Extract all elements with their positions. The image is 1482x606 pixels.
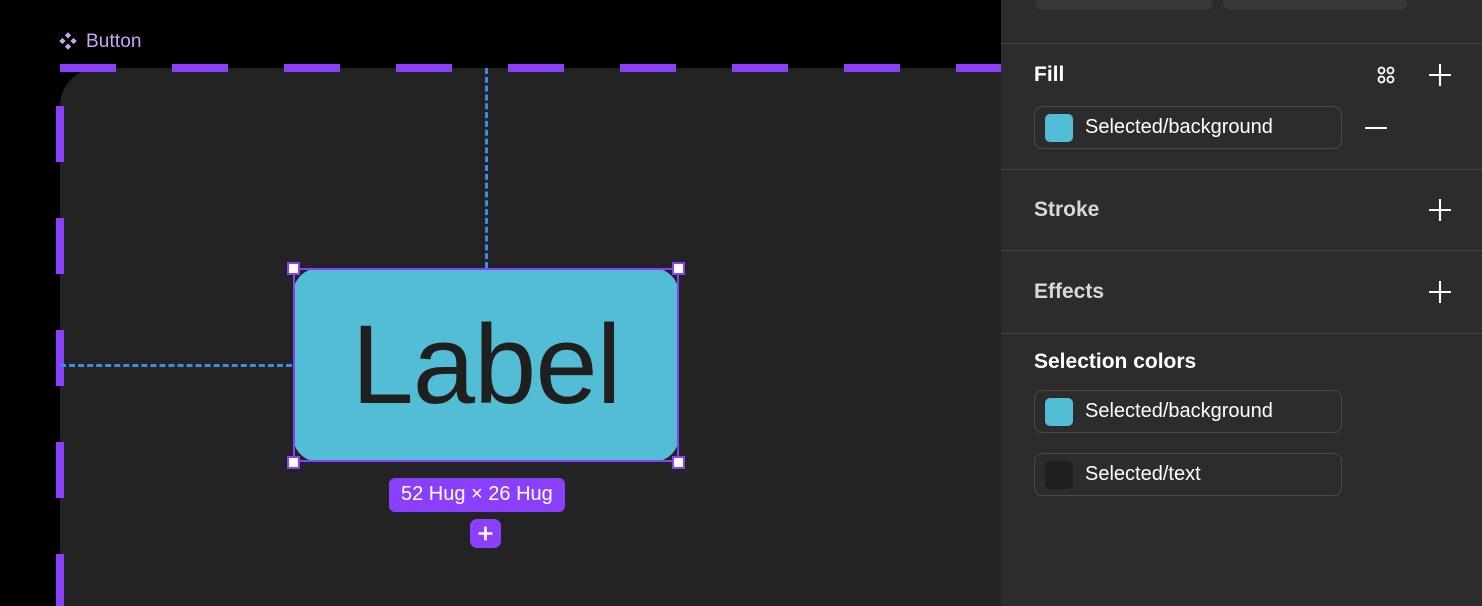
add-item-button[interactable]: [470, 519, 501, 548]
frame-name-label[interactable]: Button: [58, 31, 142, 51]
plus-icon: [478, 526, 493, 541]
selection-color-row: Selected/text: [1001, 453, 1482, 496]
selection-colors-title: Selection colors: [1034, 350, 1197, 373]
selection-color-label: Selected/text: [1085, 463, 1201, 485]
design-canvas[interactable]: Button Label 52 Hug × 26 Hug: [0, 0, 1001, 606]
resize-handle-top-right[interactable]: [672, 262, 685, 275]
selection-color-field[interactable]: Selected/text: [1034, 453, 1342, 496]
plus-icon: [1429, 281, 1451, 303]
clipped-input-left[interactable]: [1036, 0, 1212, 10]
properties-panel: Fill Selected/background Stroke Effects …: [1001, 0, 1482, 606]
minus-icon: [1365, 126, 1387, 129]
plus-icon: [1429, 64, 1451, 86]
selection-color-field[interactable]: Selected/background: [1034, 390, 1342, 433]
alignment-guide-vertical: [485, 68, 488, 268]
stroke-section-header: Stroke: [1001, 170, 1482, 250]
fill-section-header: Fill: [1001, 44, 1482, 106]
selection-colors-section: Selection colors Selected/background Sel…: [1001, 333, 1482, 502]
panel-top-fields-row: [1001, 0, 1482, 43]
fill-color-label: Selected/background: [1085, 116, 1273, 138]
resize-handle-bottom-right[interactable]: [672, 456, 685, 469]
selection-color-row: Selected/background: [1001, 390, 1482, 433]
fill-section: Fill Selected/background: [1001, 43, 1482, 149]
effects-add-button[interactable]: [1426, 278, 1454, 306]
fill-remove-button[interactable]: [1356, 114, 1396, 142]
figma-editor-window: Button Label 52 Hug × 26 Hug Fill Select…: [0, 0, 1482, 606]
clipped-input-right[interactable]: [1223, 0, 1407, 10]
fill-item-row: Selected/background: [1001, 106, 1482, 149]
selection-colors-list: Selected/background Selected/text: [1001, 390, 1482, 502]
fill-styles-button[interactable]: [1372, 61, 1400, 89]
resize-handle-bottom-left[interactable]: [287, 456, 300, 469]
selected-node-button[interactable]: Label: [293, 268, 679, 462]
resize-handle-top-left[interactable]: [287, 262, 300, 275]
selection-color-swatch[interactable]: [1045, 397, 1073, 426]
effects-section: Effects: [1001, 250, 1482, 333]
effects-section-title: Effects: [1034, 280, 1105, 303]
stroke-section: Stroke: [1001, 169, 1482, 250]
fill-color-swatch[interactable]: [1045, 113, 1073, 142]
frame-name-text: Button: [86, 30, 142, 52]
alignment-guide-horizontal: [60, 364, 292, 367]
selection-colors-header: Selection colors: [1001, 334, 1482, 390]
fill-section-title: Fill: [1034, 63, 1065, 86]
stroke-add-button[interactable]: [1426, 196, 1454, 224]
component-diamond-icon: [59, 32, 77, 50]
four-dots-style-icon: [1377, 66, 1395, 84]
selection-color-swatch[interactable]: [1045, 460, 1073, 489]
selection-size-badge: 52 Hug × 26 Hug: [389, 478, 565, 512]
selection-color-label: Selected/background: [1085, 400, 1273, 422]
stroke-section-title: Stroke: [1034, 198, 1100, 221]
fill-color-field[interactable]: Selected/background: [1034, 106, 1342, 149]
effects-section-header: Effects: [1001, 251, 1482, 333]
plus-icon: [1429, 199, 1451, 221]
fill-add-button[interactable]: [1426, 61, 1454, 89]
node-label-text: Label: [351, 302, 621, 427]
